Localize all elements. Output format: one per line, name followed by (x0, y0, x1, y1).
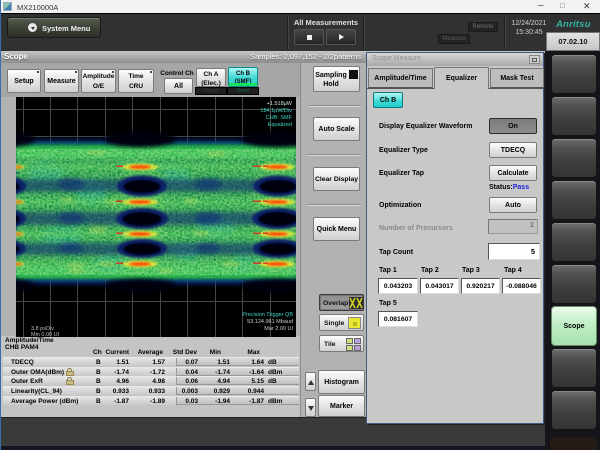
svg-text:Mar 2.00 UI: Mar 2.00 UI (264, 326, 293, 332)
svg-text:CHB: SMF: CHB: SMF (266, 115, 293, 121)
svg-text:184.1μW/Div: 184.1μW/Div (260, 108, 292, 114)
svg-text:53.124.961 Mbaud: 53.124.961 Mbaud (247, 319, 293, 325)
svg-text:Equalized: Equalized (268, 122, 292, 128)
svg-text:Precision Trigger QB: Precision Trigger QB (242, 312, 293, 318)
svg-text:+1.518μW: +1.518μW (267, 101, 293, 107)
